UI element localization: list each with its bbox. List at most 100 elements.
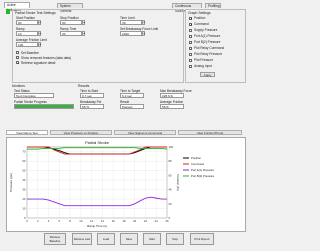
ramp-field[interactable]: 10 [16, 31, 38, 36]
tab-view-friction-thrust[interactable]: View Friction/Thrust [178, 130, 242, 135]
tab-view-pressure-vs-position[interactable]: View Pressure vs Position [50, 130, 112, 135]
legend-label: Position [191, 156, 201, 160]
tab-profiling[interactable]: Profiling [205, 3, 221, 8]
x-tick-label: 0 [26, 219, 28, 223]
ramp-time-field[interactable]: 30 [60, 31, 82, 36]
legend-label: Command [191, 162, 204, 166]
ramp-time-spinner[interactable]: ▲ [82, 31, 85, 36]
y-tick-label-left: 50 [22, 169, 26, 173]
graph-item-checkbox[interactable] [189, 64, 192, 68]
results-heading: Results [78, 84, 90, 88]
graph-item-checkbox[interactable] [189, 52, 192, 56]
graph-item-label: Plot Relay Command [194, 46, 225, 50]
x-tick-label: 24 [155, 219, 159, 223]
graph-item-label: Port A(1) Pressure [194, 34, 221, 38]
print-report-button[interactable]: Print Report [190, 233, 214, 245]
start-position-field[interactable]: 90 [16, 20, 38, 25]
graph-item-checkbox[interactable] [189, 34, 192, 38]
x-tick-label: 6 [59, 219, 61, 223]
graph-item-label: Position [194, 16, 206, 20]
chart-svg: 0 2 4 6 8 10 12 14 16 18 20 22 24 2601020304050607002… [9, 140, 215, 228]
tab-view-signal-vs-command[interactable]: View Signal vs Command [114, 130, 176, 135]
stop-position-field[interactable]: 90 [60, 20, 82, 25]
graph-item-checkbox[interactable] [189, 58, 192, 62]
y-tick-label-right: 80 [169, 159, 173, 163]
avg-friction-field: 56 lb [160, 104, 184, 109]
load-button[interactable]: Load [97, 233, 115, 245]
x-tick-label: 12 [90, 219, 94, 223]
retrieve-signature-label: Retrieve signature detail [21, 60, 56, 65]
breakaway-limit-field[interactable]: 2020 [120, 31, 142, 36]
graph-item-label: Command [194, 22, 209, 26]
partial-stroke-chart: 0 2 4 6 8 10 12 14 16 18 20 22 24 26 0 10 20 30 40 50 60 70 0 2… [6, 137, 246, 232]
x-tick-label: 20 [133, 219, 137, 223]
x-tick-label: 18 [122, 219, 126, 223]
set-baseline-label: Set Baseline [21, 50, 39, 55]
y-tick-label-left: 20 [22, 197, 26, 201]
retrieve-baseline-button[interactable]: Retrieve Baseline [44, 233, 66, 245]
breakaway-pct-field: 66 % [80, 104, 104, 109]
graph-item-label: Supply Pressure [194, 28, 218, 32]
y-tick-label-left: 30 [22, 188, 26, 192]
tab-system-general[interactable]: System General [57, 3, 83, 13]
avg-friction-limit-spinner[interactable]: ▲ [38, 42, 41, 47]
x-tick-label: 10 [79, 219, 83, 223]
y-tick-label-left: 70 [22, 150, 26, 154]
graph-item-checkbox[interactable] [189, 16, 192, 20]
x-tick-label: 16 [112, 219, 116, 223]
retrieve-last-button[interactable]: Retrieve Last [72, 233, 92, 245]
x-tick-label: 8 [69, 219, 71, 223]
tab-continuous-source[interactable]: Continuous Source [172, 3, 202, 13]
start-button[interactable]: Start [143, 233, 161, 245]
retrieve-signature-checkbox[interactable] [16, 61, 19, 64]
result-field: Passed [120, 104, 144, 109]
max-breakaway-field: 228.6 lb [160, 93, 184, 98]
y-tick-label-left: 60 [22, 159, 26, 163]
x-tick-label: 22 [144, 219, 148, 223]
monitors-heading: Monitors [12, 84, 26, 88]
start-position-spinner[interactable]: ▲ [38, 20, 41, 25]
graph-settings-heading: Graph Settings [188, 11, 211, 15]
tab-active-indicators[interactable]: Active Indicators [4, 2, 30, 12]
time-limit-field[interactable]: 30 [120, 20, 142, 25]
progress-bar [14, 104, 74, 109]
y-tick-label-left: 10 [22, 207, 26, 211]
test-status-field: Test Complete [14, 93, 54, 98]
time-to-target-field: 6.2 sec [120, 93, 144, 98]
graph-item-label: Analog Input [194, 64, 212, 68]
graph-item-checkbox[interactable] [189, 28, 192, 32]
x-tick-label: 14 [101, 219, 105, 223]
x-axis-label: Ramp Time (s) [87, 224, 107, 228]
show-removed-checkbox[interactable] [16, 56, 19, 59]
stop-button[interactable]: Stop [166, 233, 184, 245]
graph-item-label: Port B(2) Pressure [194, 40, 221, 44]
chart-title: Partial Stroke [85, 140, 110, 145]
graph-item-checkbox[interactable] [189, 40, 192, 44]
graph-item-checkbox[interactable] [189, 22, 192, 26]
plot-area [26, 146, 168, 219]
graph-item-label: Plot Pressure [194, 58, 214, 62]
time-limit-spinner[interactable]: ▲ [142, 20, 145, 25]
avg-friction-limit-field[interactable]: 100 [16, 42, 38, 47]
y-tick-label-right: 0 [169, 216, 171, 220]
y-axis-label-left: Pressure (psi) [9, 173, 13, 192]
status-indicator [6, 9, 10, 14]
breakaway-limit-spinner[interactable]: ▲ [142, 31, 145, 36]
y-tick-label-right: 40 [169, 188, 173, 192]
graph-item-label: Plot Relay Pressure [194, 52, 223, 56]
tab-view-ramp-test[interactable]: View Ramp Test [6, 130, 48, 135]
test-settings-heading: Partial Stroke Test Settings [15, 11, 56, 15]
partial-stroke-window: Active Indicators System General Continu… [0, 0, 250, 251]
graph-item-checkbox[interactable] [189, 46, 192, 50]
ramp-spinner[interactable]: ▲ [38, 31, 41, 36]
y-tick-label-right: 60 [169, 173, 173, 177]
y-tick-label-left: 40 [22, 178, 26, 182]
set-baseline-checkbox[interactable] [16, 51, 19, 54]
legend-label: Port B(2) Pressure [191, 174, 215, 178]
show-removed-label: Show removed features (data data) [21, 55, 71, 60]
stop-position-spinner[interactable]: ▲ [82, 20, 85, 25]
time-to-start-field: 0.7 sec [80, 93, 104, 98]
save-button[interactable]: Save [120, 233, 138, 245]
x-tick-label: 2 [37, 219, 39, 223]
apply-button[interactable]: Apply [200, 72, 215, 77]
